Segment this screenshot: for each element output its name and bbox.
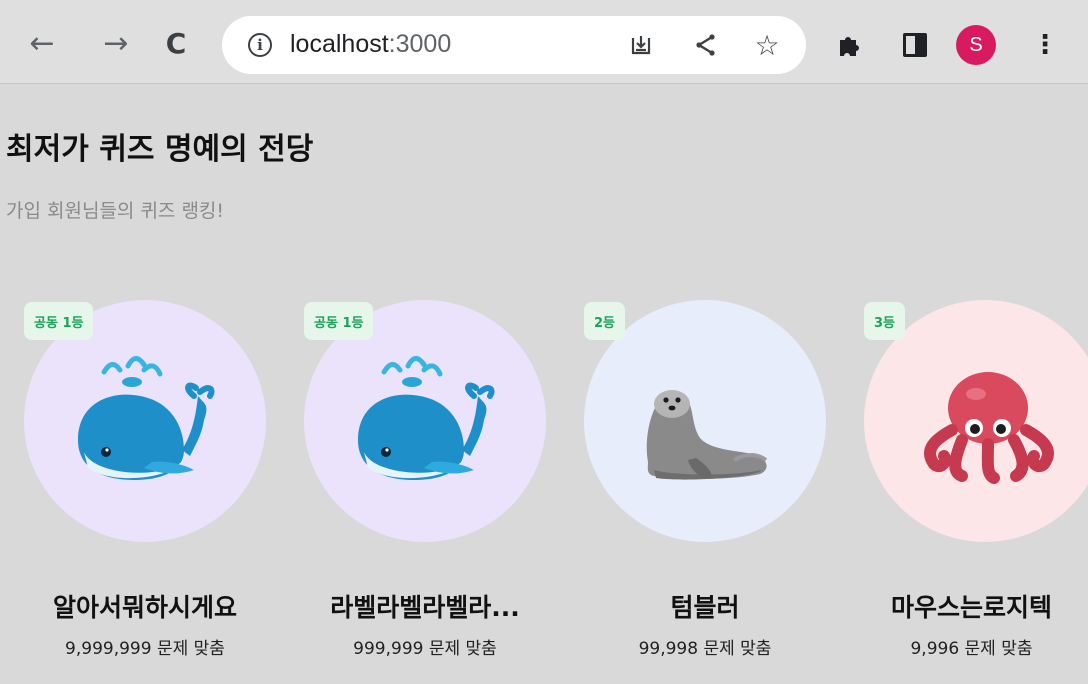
- ranker-score: 99,998 문제 맞춤: [638, 639, 772, 659]
- side-panel-icon[interactable]: [896, 26, 934, 64]
- more-menu-icon[interactable]: ⋮: [1026, 26, 1064, 64]
- address-bar[interactable]: i localhost:3000 ☆: [222, 16, 806, 74]
- page-subtitle: 가입 회원님들의 퀴즈 랭킹!: [6, 200, 225, 222]
- share-icon[interactable]: [690, 30, 720, 60]
- url-host: localhost: [290, 30, 389, 58]
- rank-badge: 2등: [584, 302, 626, 340]
- ranker-name: 마우스는로지텍: [890, 593, 1052, 622]
- reload-icon[interactable]: C: [156, 24, 196, 64]
- site-info-icon[interactable]: i: [248, 33, 272, 57]
- ranker-score: 999,999 문제 맞춤: [353, 639, 497, 659]
- ranker-name: 라벨라벨라벨라...: [330, 593, 520, 622]
- rank-badge: 3등: [864, 302, 906, 340]
- install-app-icon[interactable]: [626, 30, 656, 60]
- back-arrow-icon[interactable]: ←: [22, 24, 62, 64]
- browser-toolbar: ← → C i localhost:3000 ☆ S ⋮: [0, 0, 1088, 84]
- rank-badge: 공동 1등: [304, 302, 374, 340]
- extensions-puzzle-icon[interactable]: [830, 26, 868, 64]
- rank-badge: 공동 1등: [24, 302, 94, 340]
- url-text[interactable]: localhost:3000: [290, 30, 451, 59]
- ranker-score: 9,996 문제 맞춤: [910, 639, 1033, 659]
- ranker-score: 9,999,999 문제 맞춤: [65, 639, 225, 659]
- ranking-card[interactable]: 공동 1등 알아서뭐하시게요 9,999,999 문제 맞춤: [24, 300, 304, 680]
- bookmark-star-icon[interactable]: ☆: [752, 29, 782, 62]
- profile-avatar[interactable]: S: [956, 25, 996, 65]
- forward-arrow-icon[interactable]: →: [96, 24, 136, 64]
- url-port: :3000: [388, 30, 452, 58]
- ranker-name: 알아서뭐하시게요: [52, 593, 237, 622]
- ranking-card[interactable]: 2등 텀블러 99,998 문제 맞춤: [584, 300, 864, 680]
- ranking-card[interactable]: 공동 1등 라벨라벨라벨라... 999,999 문제 맞춤: [304, 300, 584, 680]
- ranking-card[interactable]: 3등 마우스는로지텍 9,996 문제 맞춤: [864, 300, 1088, 680]
- ranker-name: 텀블러: [670, 593, 740, 622]
- page-title: 최저가 퀴즈 명예의 전당: [6, 132, 314, 167]
